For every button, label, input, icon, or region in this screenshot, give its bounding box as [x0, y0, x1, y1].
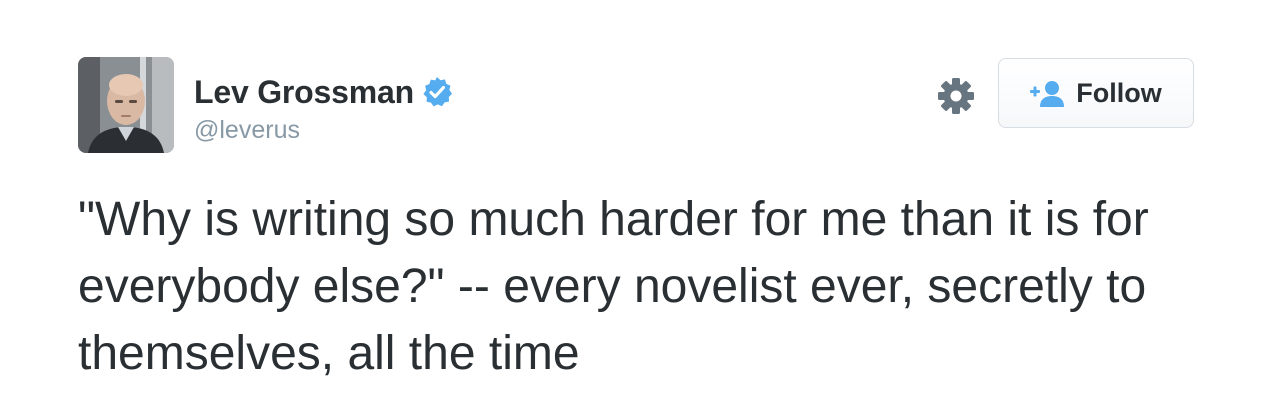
gear-icon[interactable]: [935, 75, 977, 117]
author-name[interactable]: Lev Grossman: [194, 74, 414, 111]
avatar[interactable]: [78, 57, 174, 153]
avatar-image: [78, 57, 174, 153]
verified-badge-icon: [420, 75, 454, 109]
tweet-text: "Why is writing so much harder for me th…: [78, 193, 1149, 380]
author-info: Lev Grossman @leverus: [194, 72, 454, 145]
tweet-card: Lev Grossman @leverus Follow "Why is wri…: [0, 0, 1276, 406]
author-handle[interactable]: @leverus: [194, 116, 454, 145]
add-user-icon: [1030, 79, 1065, 107]
follow-button[interactable]: Follow: [998, 58, 1194, 128]
follow-label: Follow: [1076, 77, 1162, 108]
author-name-row: Lev Grossman: [194, 72, 454, 112]
